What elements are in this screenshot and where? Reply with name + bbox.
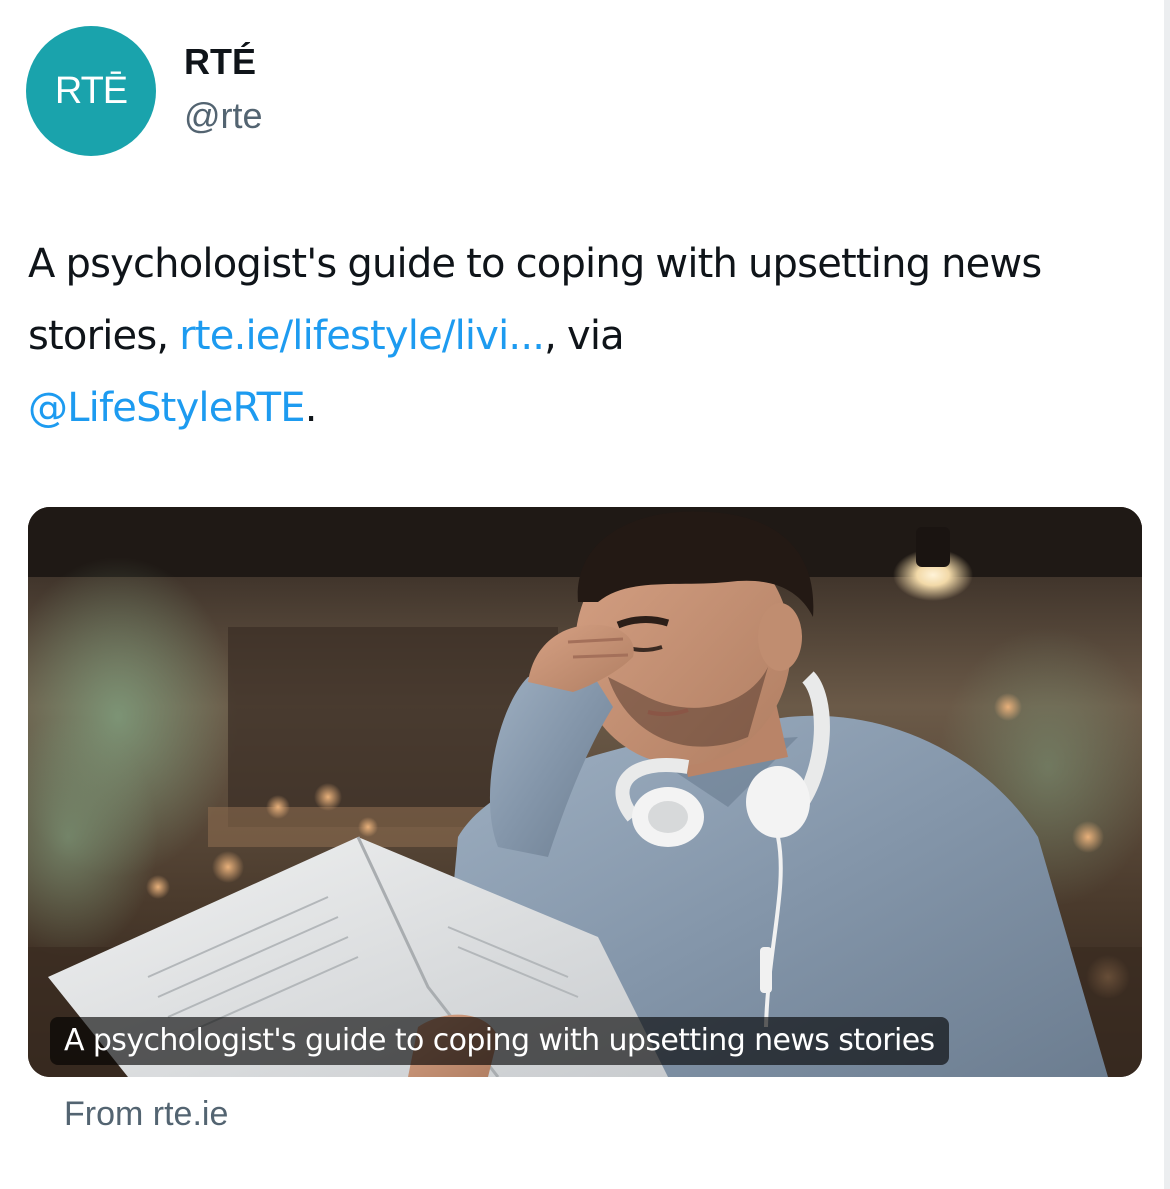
tweet-text: A psychologist's guide to coping with up… [28, 228, 1138, 444]
author-avatar[interactable]: RTĒ [26, 26, 156, 156]
tweet-mention[interactable]: @LifeStyleRTE [28, 385, 306, 431]
author-display-name[interactable]: RTÉ [184, 40, 256, 84]
rte-logo-icon: RTĒ [54, 70, 128, 112]
scrollbar-track [1164, 0, 1170, 1189]
card-caption: A psychologist's guide to coping with up… [50, 1017, 949, 1065]
card-source-domain[interactable]: From rte.ie [64, 1090, 228, 1138]
link-card[interactable]: A psychologist's guide to coping with up… [28, 507, 1142, 1077]
tweet-link[interactable]: rte.ie/lifestyle/livi... [179, 313, 545, 359]
tweet-text-part: . [304, 385, 318, 431]
card-image [28, 507, 1142, 1077]
tweet-text-part: , via [544, 313, 625, 359]
author-handle[interactable]: @rte [184, 94, 263, 138]
